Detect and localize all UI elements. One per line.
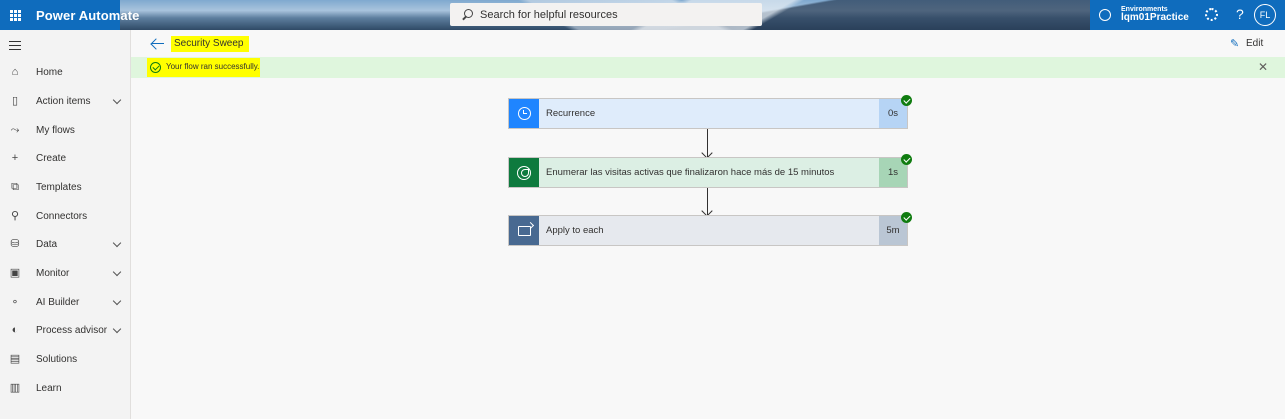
- sidebar-item-solutions[interactable]: ▤ Solutions: [0, 345, 130, 373]
- sidebar-item-label: Action items: [36, 95, 91, 107]
- sidebar-item-home[interactable]: ⌂ Home: [0, 58, 130, 86]
- success-check-icon: [901, 212, 912, 223]
- chevron-down-icon[interactable]: [112, 267, 122, 277]
- sidebar-item-label: Monitor: [36, 267, 70, 279]
- step-title: Enumerar las visitas activas que finaliz…: [539, 158, 879, 187]
- connector-arrow: [707, 188, 708, 215]
- sidebar-item-label: Solutions: [36, 353, 78, 365]
- book-icon: ▥: [9, 382, 21, 394]
- plus-icon: +: [11, 152, 19, 164]
- connector-icon: ⚲: [10, 210, 20, 222]
- sidebar-item-label: Process advisor: [36, 324, 108, 336]
- sidebar-item-connectors[interactable]: ⚲ Connectors: [0, 202, 130, 230]
- templates-icon: ⧉: [11, 181, 19, 193]
- clipboard-icon: ▯: [11, 95, 19, 107]
- page-title: Security Sweep: [171, 36, 250, 52]
- sidebar-item-create[interactable]: + Create: [0, 144, 130, 172]
- search-icon: [460, 8, 474, 22]
- app-name[interactable]: Power Automate: [36, 8, 140, 23]
- search-box[interactable]: Search for helpful resources: [450, 3, 762, 26]
- flow-step-list-visits[interactable]: Enumerar las visitas activas que finaliz…: [508, 154, 912, 188]
- chevron-down-icon[interactable]: [112, 296, 122, 306]
- dataverse-icon: [517, 165, 531, 180]
- gear-icon[interactable]: [1205, 8, 1218, 21]
- environment-value: lqm01Practice: [1121, 12, 1189, 24]
- step-title: Recurrence: [539, 99, 879, 128]
- step-icon-tile: [509, 158, 539, 187]
- sidebar-item-process-advisor[interactable]: ◐ Process advisor: [0, 316, 130, 344]
- flow-canvas: Recurrence 0s Enumerar las visitas activ…: [131, 78, 1285, 419]
- sidebar-item-label: My flows: [36, 124, 75, 136]
- sidebar-item-templates[interactable]: ⧉ Templates: [0, 173, 130, 201]
- flow-step-recurrence[interactable]: Recurrence 0s: [508, 95, 912, 129]
- database-icon: ⛁: [10, 238, 20, 250]
- environment-picker[interactable]: Environments lqm01Practice ? FL: [1090, 0, 1285, 30]
- hamburger-menu-icon[interactable]: [9, 41, 21, 50]
- help-icon[interactable]: ?: [1236, 6, 1244, 22]
- sidebar-item-label: Learn: [36, 382, 62, 394]
- sidebar-item-label: Data: [36, 238, 58, 250]
- success-check-icon: [901, 95, 912, 106]
- back-arrow-icon[interactable]: [151, 38, 164, 49]
- search-placeholder: Search for helpful resources: [480, 8, 618, 21]
- top-bar: Power Automate Search for helpful resour…: [0, 0, 1285, 30]
- sidebar: ⌂ Home ▯ Action items ⤳ My flows + Creat…: [0, 30, 131, 419]
- connector-arrow: [707, 129, 708, 157]
- chevron-down-icon[interactable]: [112, 95, 122, 105]
- ai-builder-icon: ∘: [11, 296, 19, 308]
- avatar[interactable]: FL: [1254, 4, 1276, 26]
- sidebar-item-label: Create: [36, 152, 67, 164]
- chevron-down-icon[interactable]: [112, 238, 122, 248]
- environment-icon: [1099, 9, 1111, 21]
- success-banner: Your flow ran successfully. ✕: [131, 57, 1285, 78]
- sidebar-item-label: Templates: [36, 181, 82, 193]
- loop-icon: [517, 225, 531, 236]
- home-icon: ⌂: [11, 66, 19, 78]
- step-icon-tile: [509, 99, 539, 128]
- flow-step-apply-to-each[interactable]: Apply to each 5m: [508, 212, 912, 246]
- sidebar-item-learn[interactable]: ▥ Learn: [0, 374, 130, 402]
- sidebar-item-my-flows[interactable]: ⤳ My flows: [0, 116, 130, 144]
- sidebar-item-ai-builder[interactable]: ∘ AI Builder: [0, 288, 130, 316]
- sidebar-item-action-items[interactable]: ▯ Action items: [0, 87, 130, 115]
- edit-button[interactable]: ✎ Edit: [1230, 38, 1263, 49]
- clock-icon: [517, 107, 531, 120]
- sidebar-item-label: Home: [36, 66, 63, 78]
- step-icon-tile: [509, 216, 539, 245]
- monitor-icon: ▣: [9, 267, 21, 279]
- app-launcher-button[interactable]: [0, 0, 30, 30]
- sidebar-item-label: AI Builder: [36, 296, 80, 308]
- pencil-icon: ✎: [1230, 37, 1240, 50]
- banner-message: Your flow ran successfully.: [166, 62, 260, 71]
- sidebar-item-label: Connectors: [36, 210, 88, 222]
- close-icon[interactable]: ✕: [1258, 60, 1268, 74]
- flows-icon: ⤳: [10, 124, 20, 136]
- edit-label: Edit: [1246, 38, 1264, 49]
- flow-header: Security Sweep ✎ Edit: [131, 30, 1285, 57]
- success-check-icon: [901, 154, 912, 165]
- chevron-down-icon[interactable]: [112, 324, 122, 334]
- check-circle-icon: [150, 62, 161, 73]
- process-advisor-icon: ◐: [11, 324, 19, 336]
- solutions-icon: ▤: [9, 353, 21, 365]
- sidebar-item-data[interactable]: ⛁ Data: [0, 230, 130, 258]
- step-title: Apply to each: [539, 216, 879, 245]
- sidebar-item-monitor[interactable]: ▣ Monitor: [0, 259, 130, 287]
- waffle-icon: [9, 9, 21, 21]
